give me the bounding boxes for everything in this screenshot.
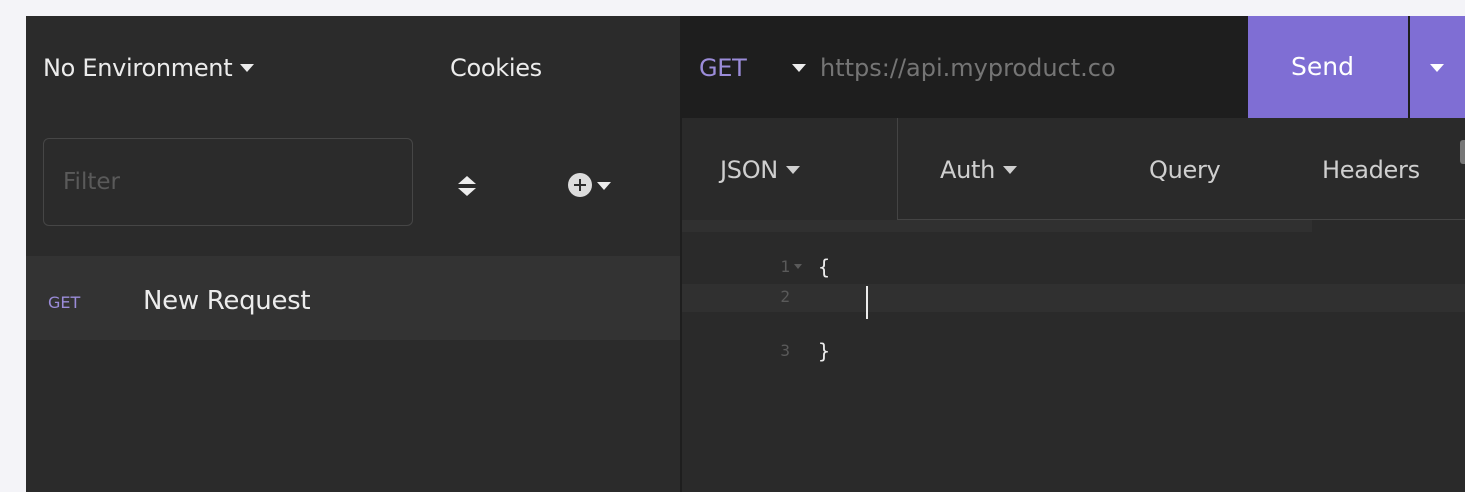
chevron-down-icon [785,165,800,174]
chevron-down-icon[interactable] [792,64,806,72]
url-input[interactable] [810,48,1242,88]
headers-count-badge [1460,140,1465,164]
plus-circle-icon [568,173,592,197]
request-tabs: JSON Auth Query Headers [682,118,1465,220]
text-cursor [866,286,868,319]
request-method-badge: GET [48,293,81,312]
send-options-button[interactable] [1410,16,1465,118]
method-dropdown[interactable]: GET [699,54,747,82]
add-request-button[interactable] [568,172,638,200]
environment-label: No Environment [43,54,233,82]
body-editor[interactable]: 1 { 2 3 } [682,220,1465,492]
code-line: 3 } [682,338,1465,366]
cookies-button[interactable]: Cookies [450,54,542,82]
sidebar: No Environment Cookies GET New Request [26,16,680,492]
tab-body[interactable]: JSON [682,118,898,220]
tab-query[interactable]: Query [1149,156,1221,184]
app-window: No Environment Cookies GET New Request G… [26,16,1465,492]
chevron-down-icon [240,63,255,72]
environment-dropdown[interactable]: No Environment [43,54,255,82]
chevron-down-icon [1003,165,1018,174]
request-name: New Request [143,286,311,316]
fold-arrow-icon[interactable] [794,264,802,269]
request-list-item[interactable]: GET New Request [26,256,680,340]
tab-headers[interactable]: Headers [1322,156,1420,184]
sort-icon[interactable] [458,176,476,196]
code-line-active: 2 [682,284,1465,319]
filter-input[interactable] [43,138,413,226]
code-text: } [818,339,831,363]
line-number: 3 [780,341,790,360]
editor-scroll-shadow [682,220,1312,232]
tab-auth[interactable]: Auth [940,156,1018,184]
send-button[interactable]: Send [1248,16,1408,118]
url-bar: GET Send [682,16,1465,118]
tab-body-label: JSON [720,156,778,184]
line-number: 1 [780,257,790,276]
chevron-down-icon [597,182,611,190]
chevron-down-icon [1430,64,1444,72]
tab-auth-label: Auth [940,156,996,184]
line-number: 2 [780,287,790,306]
code-line: 1 { [682,254,1465,282]
code-text: { [818,255,831,279]
